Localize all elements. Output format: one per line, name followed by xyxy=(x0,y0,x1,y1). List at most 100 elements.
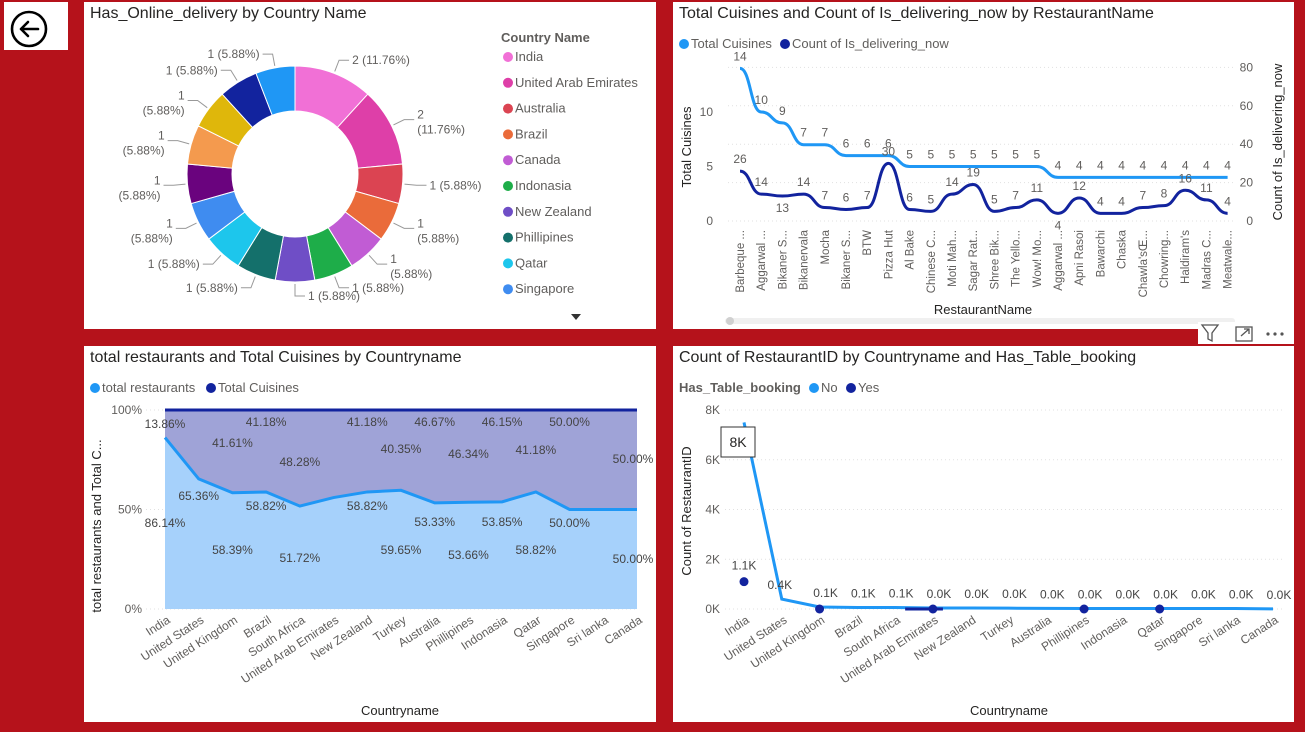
visual-restaurantid-table-booking-line[interactable]: Count of RestaurantID by Countryname and… xyxy=(673,346,1294,722)
y-tick: 6K xyxy=(705,453,720,467)
legend-marker xyxy=(503,129,513,140)
focus-mode-icon[interactable] xyxy=(1235,326,1253,342)
slice-label: (11.76%) xyxy=(417,123,465,137)
y-tick: 2K xyxy=(705,552,720,566)
legend-marker xyxy=(206,383,216,393)
x-tick-label: Apni Rasoi xyxy=(1074,230,1086,286)
series-point-yes xyxy=(1155,604,1165,614)
series-line-delivering-now xyxy=(739,161,1228,215)
series-line-no xyxy=(742,422,1274,611)
filter-icon[interactable] xyxy=(1200,324,1220,343)
x-tick-label: Bikaner S... xyxy=(841,230,853,289)
data-label-no: 0.0K xyxy=(927,587,952,601)
slice-label: (5.88%) xyxy=(417,231,459,245)
y-tick: 50% xyxy=(118,503,142,517)
x-tick-label: Shree Bik... xyxy=(989,230,1001,289)
data-label-total-cuisines: 46.15% xyxy=(482,415,523,429)
scrollbar-thumb xyxy=(726,317,734,325)
y-axis-title: Count of RestaurantID xyxy=(679,446,694,575)
legend-item: Yes xyxy=(858,380,880,395)
y-tick: 0% xyxy=(125,602,143,616)
x-tick-label: Bawarchi xyxy=(1095,230,1107,277)
y-axis-title: total restaurants and Total C... xyxy=(89,439,104,612)
y-right-tick: 80 xyxy=(1240,60,1254,74)
data-label-total-restaurants: 53.85% xyxy=(482,515,523,529)
x-tick-label: Barbeque ... xyxy=(735,230,747,293)
data-label-total-cuisines: 46.34% xyxy=(448,447,489,461)
legend-marker xyxy=(503,206,513,217)
data-label-delivering-now: 11 xyxy=(1200,181,1213,195)
x-tick-label: Chawla'sŒ... xyxy=(1138,230,1150,297)
slice-label: (5.88%) xyxy=(123,144,165,158)
data-label-total-cuisines: 5 xyxy=(991,148,998,162)
visual-online-delivery-donut[interactable]: Has_Online_delivery by Country Name 2 (1… xyxy=(84,2,656,329)
data-label-delivering-now: 12 xyxy=(1073,179,1087,193)
x-tick-label: Al Bake xyxy=(905,230,917,270)
x-tick-label: Haldiram's xyxy=(1180,230,1192,284)
data-label-total-cuisines: 5 xyxy=(927,148,934,162)
legend-item: Indonasia xyxy=(515,178,572,193)
slice-label: 1 xyxy=(178,88,185,102)
data-label-no: 0.0K xyxy=(1229,588,1254,602)
data-label-delivering-now: 30 xyxy=(882,144,896,158)
data-label-no: 0.0K xyxy=(1078,588,1103,602)
legend-marker xyxy=(503,258,513,269)
slice-label: (5.88%) xyxy=(131,231,173,245)
series-point-yes xyxy=(815,604,825,614)
data-label-delivering-now: 6 xyxy=(843,190,850,204)
data-label-no: 0.0K xyxy=(964,587,989,601)
legend-marker xyxy=(503,232,513,243)
slice-label: 1 xyxy=(417,216,424,230)
leader-line xyxy=(368,254,388,265)
data-label-total-cuisines: 7 xyxy=(821,126,828,140)
leader-line xyxy=(393,119,415,126)
data-label-delivering-now: 4 xyxy=(1224,194,1231,208)
x-tick-label: Wow! Mo... xyxy=(1032,230,1044,287)
y-right-tick: 60 xyxy=(1240,99,1254,113)
data-label-delivering-now: 8 xyxy=(1161,187,1168,201)
legend-marker xyxy=(846,383,856,393)
data-label-total-cuisines: 46.67% xyxy=(414,415,455,429)
data-label-no: 0.0K xyxy=(1191,588,1216,602)
data-label-no: 0.1K xyxy=(813,586,838,600)
x-tick-label: Bikaner S... xyxy=(777,230,789,289)
visual-cuisines-delivering-line[interactable]: Total Cuisines and Count of Is_deliverin… xyxy=(673,2,1294,329)
slice-label: 1 (5.88%) xyxy=(208,47,260,61)
legend-item: Count of Is_delivering_now xyxy=(792,36,949,51)
data-label-delivering-now: 16 xyxy=(1179,171,1193,185)
slice-label: 1 (5.88%) xyxy=(166,63,218,77)
stacked-area-chart: total restaurants Total Cuisines 0% 50% 100%… xyxy=(89,380,654,718)
y-tick: 0K xyxy=(705,602,720,616)
data-label-total-cuisines: 41.18% xyxy=(347,415,388,429)
x-tick-label: Chinese C... xyxy=(926,230,938,293)
data-label-delivering-now: 7 xyxy=(1139,189,1146,203)
data-label-total-cuisines: 41.18% xyxy=(246,415,287,429)
tooltip-value: 8K xyxy=(729,434,747,450)
slice-label: 1 xyxy=(390,252,397,266)
data-label-total-cuisines: 7 xyxy=(800,126,807,140)
legend-item: Canada xyxy=(515,152,561,167)
data-label-total-restaurants: 51.72% xyxy=(280,551,321,565)
y-left-tick: 5 xyxy=(706,160,713,174)
legend-marker xyxy=(780,39,790,49)
data-label-total-cuisines: 50.00% xyxy=(613,452,654,466)
data-label-no: 0.1K xyxy=(851,587,876,601)
x-axis-title: Countryname xyxy=(361,703,439,718)
legend-item: Qatar xyxy=(515,255,548,270)
data-label-delivering-now: 4 xyxy=(1118,194,1125,208)
x-tick-label: Madras C... xyxy=(1201,230,1213,289)
data-label-delivering-now: 14 xyxy=(755,175,769,189)
x-tick-label: Canada xyxy=(602,613,645,648)
slice-label: 2 xyxy=(417,108,424,122)
data-label-total-cuisines: 4 xyxy=(1139,158,1146,172)
back-button[interactable] xyxy=(4,2,68,50)
slice-label: 1 (5.88%) xyxy=(308,289,360,303)
visual-restaurants-cuisines-area[interactable]: total restaurants and Total Cuisines by … xyxy=(84,346,656,722)
donut-chart: 2 (11.76%)2(11.76%)1 (5.88%)1(5.88%)1(5.… xyxy=(118,30,638,320)
more-options-icon[interactable] xyxy=(1266,332,1284,336)
slice-label: 1 xyxy=(166,216,173,230)
data-label-delivering-now: 14 xyxy=(945,175,959,189)
data-label-total-cuisines: 10 xyxy=(755,93,769,107)
data-label-total-cuisines: 5 xyxy=(949,148,956,162)
leader-line xyxy=(202,254,222,265)
